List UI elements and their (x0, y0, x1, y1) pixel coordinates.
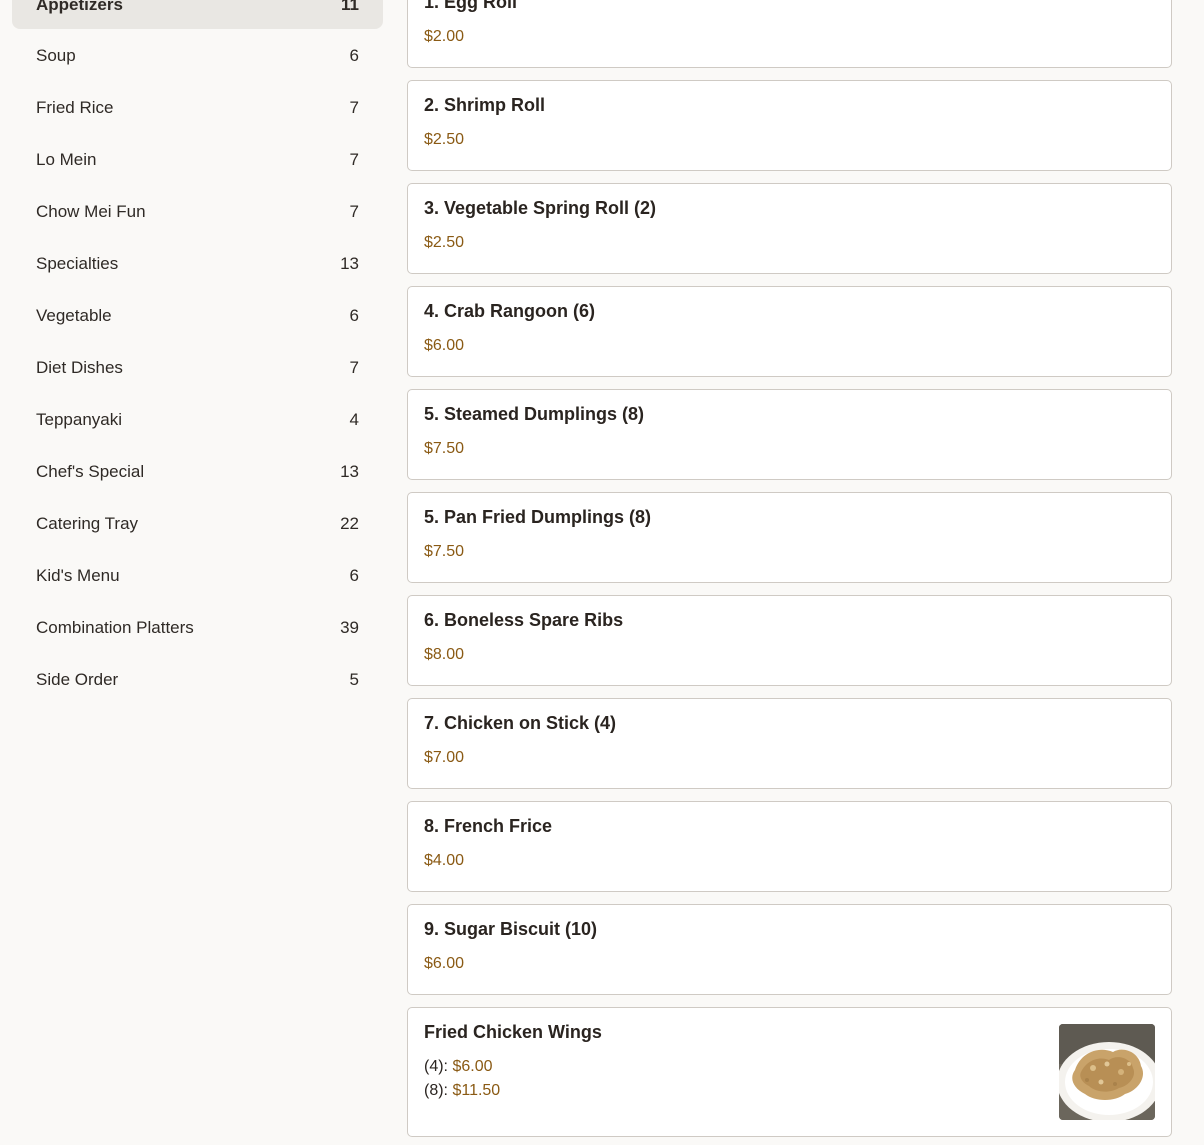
item-name: 9. Sugar Biscuit (10) (424, 919, 598, 939)
category-teppanyaki[interactable]: Teppanyaki 4 (12, 396, 383, 444)
category-count: 6 (349, 306, 359, 325)
category-label: Chef's Special (36, 462, 145, 481)
fried-chicken-wings-photo (1059, 1024, 1155, 1120)
item-price: $7.50 (424, 543, 465, 560)
item-price: $2.50 (424, 234, 465, 251)
item-option: (8): $11.50 (424, 1082, 500, 1100)
item-name: 5. Steamed Dumplings (8) (424, 404, 645, 424)
menu-item-card[interactable]: 7. Chicken on Stick (4) $7.00 (407, 698, 1172, 789)
item-price: $8.00 (424, 646, 465, 663)
item-name: 6. Boneless Spare Ribs (424, 610, 624, 630)
item-price: $7.00 (424, 749, 465, 766)
category-label: Side Order (36, 670, 119, 689)
menu-item-card[interactable]: 9. Sugar Biscuit (10) $6.00 (407, 904, 1172, 995)
menu-item-card[interactable]: 6. Boneless Spare Ribs $8.00 (407, 595, 1172, 686)
category-count: 6 (349, 46, 359, 65)
item-price: $2.00 (424, 28, 465, 45)
category-side-order[interactable]: Side Order 5 (12, 656, 383, 704)
item-name: 8. French Frice (424, 816, 553, 836)
category-label: Chow Mei Fun (36, 202, 146, 221)
category-chow-mei-fun[interactable]: Chow Mei Fun 7 (12, 188, 383, 236)
category-count: 7 (349, 358, 359, 377)
category-label: Catering Tray (36, 514, 139, 533)
category-appetizers[interactable]: Appetizers 11 (12, 0, 383, 29)
category-label: Soup (36, 46, 76, 65)
item-name: Fried Chicken Wings (424, 1022, 602, 1042)
item-price: $4.00 (424, 852, 465, 869)
menu-item-card[interactable]: 5. Pan Fried Dumplings (8) $7.50 (407, 492, 1172, 583)
category-vegetable[interactable]: Vegetable 6 (12, 292, 383, 340)
option-label: (8): (424, 1082, 448, 1099)
menu-item-card[interactable]: 1. Egg Roll $2.00 (407, 0, 1172, 68)
item-name: 1. Egg Roll (424, 0, 518, 12)
category-count: 5 (349, 670, 359, 689)
category-label: Combination Platters (36, 618, 194, 637)
item-name: 4. Crab Rangoon (6) (424, 301, 596, 321)
category-count: 13 (340, 462, 359, 481)
category-combination-platters[interactable]: Combination Platters 39 (12, 604, 383, 652)
item-option: (4): $6.00 (424, 1058, 493, 1076)
category-label: Lo Mein (36, 150, 97, 169)
category-catering-tray[interactable]: Catering Tray 22 (12, 500, 383, 548)
category-label: Teppanyaki (36, 410, 123, 429)
item-price: $6.00 (424, 955, 465, 972)
item-name: 3. Vegetable Spring Roll (2) (424, 198, 657, 218)
category-label: Diet Dishes (36, 358, 123, 377)
item-photo (1059, 1024, 1155, 1120)
category-count: 7 (349, 150, 359, 169)
item-name: 5. Pan Fried Dumplings (8) (424, 507, 652, 527)
menu-item-card[interactable]: 4. Crab Rangoon (6) $6.00 (407, 286, 1172, 377)
item-price: $6.00 (424, 337, 465, 354)
category-count: 7 (349, 202, 359, 221)
category-count: 22 (340, 514, 359, 533)
category-count: 4 (349, 410, 359, 429)
item-name: 7. Chicken on Stick (4) (424, 713, 617, 733)
category-count: 6 (349, 566, 359, 585)
category-specialties[interactable]: Specialties 13 (12, 240, 383, 288)
category-label: Appetizers (36, 0, 123, 14)
option-price: $11.50 (452, 1082, 501, 1099)
category-count: 11 (341, 0, 359, 14)
category-label: Vegetable (36, 306, 112, 325)
category-label: Kid's Menu (36, 566, 120, 585)
menu-item-card[interactable]: Fried Chicken Wings (4): $6.00 (8): $11.… (407, 1007, 1172, 1137)
category-count: 13 (340, 254, 359, 273)
item-name: 2. Shrimp Roll (424, 95, 546, 115)
category-count: 39 (340, 618, 359, 637)
category-count: 7 (349, 98, 359, 117)
category-lo-mein[interactable]: Lo Mein 7 (12, 136, 383, 184)
category-chefs-special[interactable]: Chef's Special 13 (12, 448, 383, 496)
option-price: $6.00 (452, 1058, 493, 1075)
menu-item-card[interactable]: 5. Steamed Dumplings (8) $7.50 (407, 389, 1172, 480)
item-price: $7.50 (424, 440, 465, 457)
category-label: Specialties (36, 254, 119, 273)
option-label: (4): (424, 1058, 448, 1075)
category-kids-menu[interactable]: Kid's Menu 6 (12, 552, 383, 600)
category-fried-rice[interactable]: Fried Rice 7 (12, 84, 383, 132)
item-price: $2.50 (424, 131, 465, 148)
menu-item-card[interactable]: 2. Shrimp Roll $2.50 (407, 80, 1172, 171)
category-soup[interactable]: Soup 6 (12, 32, 383, 80)
category-diet-dishes[interactable]: Diet Dishes 7 (12, 344, 383, 392)
category-label: Fried Rice (36, 98, 114, 117)
menu-item-card[interactable]: 3. Vegetable Spring Roll (2) $2.50 (407, 183, 1172, 274)
menu-item-card[interactable]: 8. French Frice $4.00 (407, 801, 1172, 892)
